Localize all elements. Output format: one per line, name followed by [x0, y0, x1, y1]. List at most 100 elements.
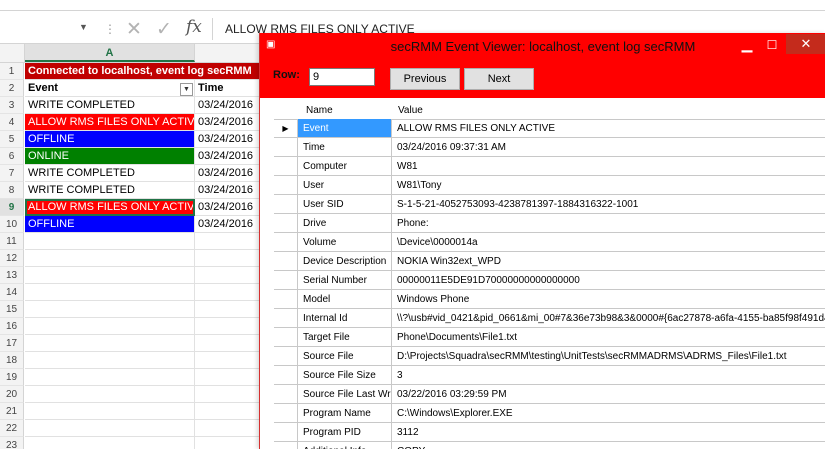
cell-a[interactable]: Event: [25, 80, 195, 97]
row-header[interactable]: 6: [0, 148, 24, 165]
cell-a[interactable]: [25, 352, 195, 369]
grid-row[interactable]: Target File Phone\Documents\File1.txt: [274, 328, 825, 347]
cell-a[interactable]: WRITE COMPLETED: [25, 165, 195, 182]
next-button[interactable]: Next: [464, 68, 534, 90]
field-value[interactable]: 03/22/2016 03:29:59 PM: [392, 385, 825, 404]
row-header[interactable]: 3: [0, 97, 24, 114]
minimize-button[interactable]: ▁: [735, 35, 759, 55]
cell-b[interactable]: [195, 403, 262, 420]
field-name[interactable]: Computer: [298, 157, 392, 176]
field-value[interactable]: W81\Tony: [392, 176, 825, 195]
field-name[interactable]: Source File Last Write: [298, 385, 392, 404]
row-header[interactable]: 8: [0, 182, 24, 199]
field-value[interactable]: NOKIA Win32ext_WPD: [392, 252, 825, 271]
grid-row-header[interactable]: [274, 157, 298, 176]
grid-row-header[interactable]: [274, 195, 298, 214]
cell-b[interactable]: [195, 369, 262, 386]
field-value[interactable]: 3112: [392, 423, 825, 442]
grid-row[interactable]: Serial Number 00000011E5DE91D700000000000…: [274, 271, 825, 290]
row-header[interactable]: 5: [0, 131, 24, 148]
row-header[interactable]: 13: [0, 267, 24, 284]
cell-b[interactable]: [195, 301, 262, 318]
insert-function-icon[interactable]: fx: [186, 17, 202, 37]
grid-row[interactable]: Source File Size 3: [274, 366, 825, 385]
field-name[interactable]: Source File: [298, 347, 392, 366]
cell-b[interactable]: 03/24/2016: [195, 165, 262, 182]
field-value[interactable]: \Device\0000014a: [392, 233, 825, 252]
spreadsheet-grid[interactable]: A 1 Connected to localhost, event log sec…: [0, 44, 262, 449]
close-button[interactable]: ✕: [786, 34, 825, 54]
cell-b[interactable]: [195, 437, 262, 449]
grid-row[interactable]: Program PID 3112: [274, 423, 825, 442]
field-name[interactable]: Time: [298, 138, 392, 157]
cell-a[interactable]: [25, 335, 195, 352]
field-value[interactable]: 00000011E5DE91D70000000000000000: [392, 271, 825, 290]
cell-b[interactable]: [195, 233, 262, 250]
cell-b[interactable]: 03/24/2016: [195, 216, 262, 233]
cell-a[interactable]: WRITE COMPLETED: [25, 97, 195, 114]
field-value[interactable]: Windows Phone: [392, 290, 825, 309]
drag-handle-icon[interactable]: ⋮: [104, 22, 116, 36]
field-name[interactable]: Volume: [298, 233, 392, 252]
field-name[interactable]: Source File Size: [298, 366, 392, 385]
cell-a[interactable]: ALLOW RMS FILES ONLY ACTIVE: [25, 199, 195, 216]
grid-row[interactable]: Program Name C:\Windows\Explorer.EXE: [274, 404, 825, 423]
cell-b[interactable]: Time: [195, 80, 262, 97]
field-name[interactable]: User SID: [298, 195, 392, 214]
previous-button[interactable]: Previous: [390, 68, 460, 90]
grid-row-header[interactable]: [274, 233, 298, 252]
cell-a[interactable]: [25, 284, 195, 301]
row-header[interactable]: 22: [0, 420, 24, 437]
cell-b[interactable]: [195, 420, 262, 437]
field-value[interactable]: S-1-5-21-4052753093-4238781397-188431632…: [392, 195, 825, 214]
cell-b[interactable]: [195, 267, 262, 284]
cell-b[interactable]: [195, 250, 262, 267]
title-bar[interactable]: ▣ secRMM Event Viewer: localhost, event …: [260, 33, 825, 60]
grid-row[interactable]: Computer W81: [274, 157, 825, 176]
field-value[interactable]: C:\Windows\Explorer.EXE: [392, 404, 825, 423]
field-value[interactable]: Phone\Documents\File1.txt: [392, 328, 825, 347]
cell-b[interactable]: 03/24/2016: [195, 97, 262, 114]
column-header-a[interactable]: A: [25, 44, 195, 62]
field-value[interactable]: ALLOW RMS FILES ONLY ACTIVE: [392, 119, 825, 138]
grid-row[interactable]: Source File Last Write 03/22/2016 03:29:5…: [274, 385, 825, 404]
event-detail-grid[interactable]: Name Value ▶ Event ALLOW RMS FILES ONLY AC…: [274, 102, 825, 449]
grid-row-header[interactable]: [274, 290, 298, 309]
grid-row-header[interactable]: [274, 366, 298, 385]
grid-row-header[interactable]: [274, 328, 298, 347]
grid-row[interactable]: ▶ Event ALLOW RMS FILES ONLY ACTIVE: [274, 119, 825, 138]
field-name[interactable]: Serial Number: [298, 271, 392, 290]
current-row-indicator-icon[interactable]: ▶: [274, 119, 298, 138]
row-header[interactable]: 18: [0, 352, 24, 369]
cell-a[interactable]: OFFLINE: [25, 216, 195, 233]
cell-a[interactable]: Connected to localhost, event log secRMM: [25, 63, 262, 80]
grid-row[interactable]: Volume \Device\0000014a: [274, 233, 825, 252]
cell-a[interactable]: [25, 267, 195, 284]
cell-a[interactable]: [25, 420, 195, 437]
grid-row-header[interactable]: [274, 442, 298, 449]
cell-b[interactable]: [195, 352, 262, 369]
field-name[interactable]: Event: [298, 119, 392, 138]
cell-b[interactable]: 03/24/2016: [195, 199, 262, 216]
cell-a[interactable]: ALLOW RMS FILES ONLY ACTIVE: [25, 114, 195, 131]
field-name[interactable]: Drive: [298, 214, 392, 233]
field-value[interactable]: D:\Projects\Squadra\secRMM\testing\UnitT…: [392, 347, 825, 366]
cell-a[interactable]: [25, 403, 195, 420]
grid-row-header[interactable]: [274, 252, 298, 271]
grid-row[interactable]: Internal Id \\?\usb#vid_0421&pid_0661&mi_…: [274, 309, 825, 328]
row-header[interactable]: 23: [0, 437, 24, 449]
grid-row[interactable]: Device Description NOKIA Win32ext_WPD: [274, 252, 825, 271]
grid-row[interactable]: Time 03/24/2016 09:37:31 AM: [274, 138, 825, 157]
select-all-corner[interactable]: [0, 44, 25, 62]
field-name[interactable]: Model: [298, 290, 392, 309]
cell-b[interactable]: [195, 284, 262, 301]
cell-b[interactable]: 03/24/2016: [195, 114, 262, 131]
field-value[interactable]: 03/24/2016 09:37:31 AM: [392, 138, 825, 157]
row-header[interactable]: 14: [0, 284, 24, 301]
grid-row-header[interactable]: [274, 404, 298, 423]
row-input[interactable]: 9: [309, 68, 375, 86]
cell-a[interactable]: [25, 369, 195, 386]
row-header[interactable]: 4: [0, 114, 24, 131]
field-name[interactable]: User: [298, 176, 392, 195]
row-header[interactable]: 2: [0, 80, 24, 97]
